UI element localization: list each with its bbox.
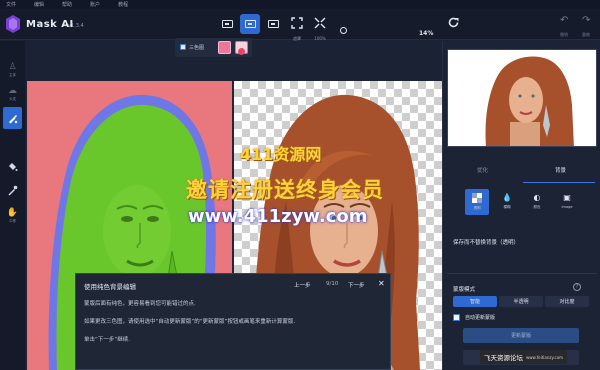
- site-badge-text: 飞天资源论坛: [484, 354, 523, 362]
- right-panel: 优化 背景 透明 💧 模糊 ◐ 颜色 ▣ Image 保存而不替换背景（透明） …: [442, 41, 600, 370]
- active-tab-indicator: [523, 182, 595, 183]
- update-mask-button[interactable]: 更新蒙版: [463, 328, 579, 343]
- tool-fill[interactable]: [3, 155, 22, 177]
- watermark-line-1: 411资源网: [240, 145, 322, 164]
- bg-option-color-label: 颜色: [533, 205, 541, 209]
- close-icon[interactable]: ✕: [378, 279, 385, 288]
- save-without-bg-note: 保存而不替换背景（透明）: [453, 240, 520, 246]
- bg-option-blur[interactable]: 💧 模糊: [495, 189, 519, 215]
- bg-option-blur-label: 模糊: [503, 205, 511, 209]
- trimap-mode-strip: 三色图: [175, 38, 252, 57]
- hand-icon: ✋: [6, 208, 19, 218]
- tool-brush[interactable]: [3, 107, 22, 129]
- undo-icon[interactable]: ↶: [560, 15, 568, 26]
- tool-hair-label: 头发: [9, 97, 16, 101]
- popup-next-button[interactable]: 下一步: [348, 281, 365, 289]
- fit-screen-icon: [291, 17, 303, 29]
- hair-icon: ☁: [8, 86, 17, 96]
- compare-view-icon: [267, 20, 279, 28]
- redo-icon[interactable]: ↷: [582, 15, 590, 26]
- view-split-button[interactable]: [240, 14, 260, 34]
- paint-bucket-icon: [9, 162, 18, 171]
- mask-ai-logo-icon: [6, 15, 20, 33]
- mask-ai-window: 文件 编辑 帮助 账户 教程 Mask AI v1.3.4 遮罩 100% 14…: [0, 0, 600, 370]
- popup-text-2: 如果更改三色图，请使用选中“自动更新蒙版”的“更新蒙版”按钮或画笔来重新计算蒙版…: [84, 319, 296, 325]
- popup-prev-button[interactable]: 上一步: [294, 281, 311, 289]
- tool-eyedropper[interactable]: [3, 179, 22, 201]
- zoom-percentage: 14%: [419, 30, 434, 37]
- top-toolbar: Mask AI v1.3.4 遮罩 100% 14% ↶ 撤销 ↷ 重做: [0, 9, 600, 41]
- popup-step-counter: 9/10: [326, 281, 339, 287]
- menu-account[interactable]: 账户: [90, 1, 100, 8]
- background-color-swatch[interactable]: [235, 41, 248, 55]
- menu-bar: 文件 编辑 帮助 账户 教程: [0, 0, 600, 9]
- mask-mode-title: 蒙版模式: [453, 287, 476, 293]
- droplet-icon: 💧: [502, 193, 512, 202]
- menu-file[interactable]: 文件: [6, 1, 16, 8]
- eyedropper-icon: [8, 185, 18, 195]
- bg-option-image-label: Image: [561, 205, 573, 209]
- single-view-icon: [221, 20, 233, 28]
- trimap-label: 三色图: [189, 45, 205, 51]
- bg-option-transparent-label: 透明: [473, 206, 481, 210]
- auto-update-checkbox[interactable]: [453, 314, 460, 321]
- mask-mode-contrast[interactable]: 对比度: [545, 296, 589, 307]
- zoom-100-label: 100%: [314, 36, 326, 41]
- tool-subject-label: 主体: [9, 73, 16, 77]
- watermark-line-2: 邀请注册送终身会员: [186, 178, 384, 202]
- app-title: Mask AI: [26, 19, 74, 30]
- bg-option-color[interactable]: ◐ 颜色: [525, 189, 549, 215]
- fit-label: 遮罩: [293, 36, 301, 41]
- menu-help[interactable]: 帮助: [62, 1, 72, 8]
- split-view-icon: [244, 20, 256, 28]
- watermark-line-3: www.411zyw.com: [188, 206, 368, 227]
- info-icon[interactable]: ?: [573, 283, 581, 291]
- menu-edit[interactable]: 编辑: [34, 1, 44, 8]
- tool-pan-label: 平移: [9, 219, 16, 223]
- preview-thumbnail: [448, 50, 596, 146]
- left-toolbar: ♙ 主体 ☁ 头发 ✋ 平移: [0, 41, 25, 370]
- undo-label: 撤销: [560, 32, 568, 37]
- tab-refine[interactable]: 优化: [477, 166, 488, 174]
- color-palette-icon: ◐: [533, 193, 541, 202]
- mask-mode-smart[interactable]: 智能: [453, 296, 497, 307]
- brush-icon: [9, 114, 18, 123]
- checkerboard-icon: [472, 193, 482, 203]
- popup-text-1: 蒙版后面有纯色，更容易看到您可能错过的点.: [84, 301, 196, 307]
- person-icon: ♙: [8, 62, 17, 72]
- trimap-checkbox[interactable]: [180, 44, 186, 50]
- tutorial-popup: 使用纯色背景编辑 上一步 9/10 下一步 ✕ 蒙版后面有纯色，更容易看到您可能…: [75, 273, 391, 370]
- site-badge-url: www.feitianzy.com: [526, 354, 564, 360]
- tool-pan[interactable]: ✋ 平移: [3, 205, 22, 227]
- popup-title: 使用纯色背景编辑: [84, 283, 136, 291]
- mask-mode-translucent[interactable]: 半透明: [499, 296, 543, 307]
- bg-option-transparent[interactable]: 透明: [465, 189, 489, 215]
- view-compare-button[interactable]: [263, 14, 283, 34]
- fit-mask-button[interactable]: [287, 13, 307, 33]
- menu-tutorial[interactable]: 教程: [118, 1, 128, 8]
- expand-icon: [314, 17, 326, 29]
- popup-text-3: 单击“下一步”继续.: [84, 337, 130, 343]
- bg-option-image[interactable]: ▣ Image: [555, 189, 579, 215]
- tool-hair[interactable]: ☁ 头发: [3, 83, 22, 105]
- site-watermark-badge: 飞天资源论坛 www.feitianzy.com: [480, 350, 568, 364]
- refresh-icon[interactable]: [447, 16, 460, 29]
- navigator-preview[interactable]: [447, 49, 597, 147]
- zoom-slider-handle[interactable]: [340, 27, 347, 34]
- view-single-button[interactable]: [217, 14, 237, 34]
- redo-label: 重做: [582, 32, 590, 37]
- divider: [447, 273, 597, 274]
- image-icon: ▣: [563, 193, 571, 202]
- trimap-color-swatch[interactable]: [218, 41, 231, 54]
- zoom-100-button[interactable]: [310, 13, 330, 33]
- auto-update-label: 自动更新蒙版: [465, 315, 496, 321]
- app-version: v1.3.4: [68, 23, 84, 29]
- tool-subject[interactable]: ♙ 主体: [3, 59, 22, 81]
- tab-background[interactable]: 背景: [555, 166, 566, 174]
